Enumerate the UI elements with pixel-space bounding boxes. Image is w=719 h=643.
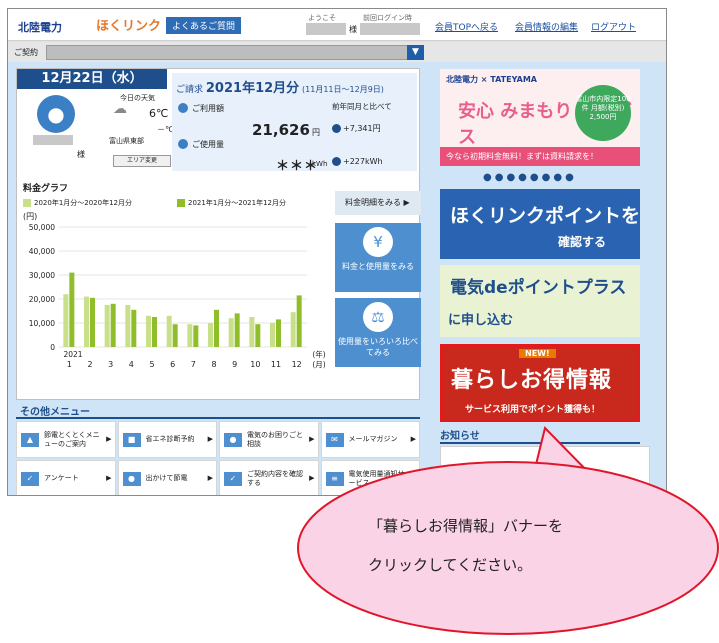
callout-line-1: 「暮らしお得情報」バナーを xyxy=(368,517,564,535)
callout-line-2: クリックしてください。 xyxy=(368,556,533,574)
callout-bubble xyxy=(297,426,719,635)
